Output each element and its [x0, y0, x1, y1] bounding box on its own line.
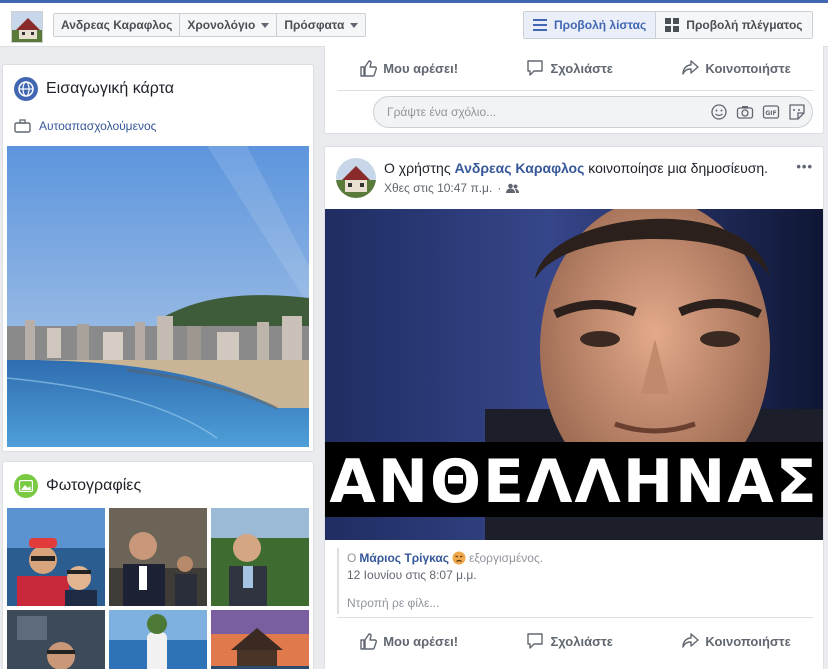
shared-text: Ντροπή ρε φίλε...: [347, 596, 440, 610]
shared-timestamp[interactable]: 12 Ιουνίου στις 8:07 μ.μ.: [347, 568, 477, 582]
thumbs-up-icon: [360, 60, 378, 77]
share-label: Κοινοποιήστε: [705, 60, 791, 76]
post-prefix: Ο χρήστης: [384, 160, 451, 176]
job-link[interactable]: Αυτοαπασχολούμενος: [39, 119, 156, 133]
share-label: Κοινοποιήστε: [705, 633, 791, 649]
comment-icon: [527, 633, 544, 649]
photo-thumbnail[interactable]: [211, 508, 309, 606]
post-actions: Μου αρέσει! Σχολιάστε Κοινοποιήστε: [325, 623, 825, 659]
comment-button[interactable]: Σχολιάστε: [526, 632, 613, 650]
camera-icon[interactable]: [736, 103, 754, 121]
post-image[interactable]: ΑΝΘΕΛΛΗΝΑΣ: [325, 209, 823, 540]
photo-icon: [14, 474, 38, 498]
beach-photo[interactable]: [7, 146, 309, 447]
thumbs-up-icon: [360, 633, 378, 650]
previous-post-footer: Μου αρέσει! Σχολιάστε Κοινοποιήστε Γράψτ…: [324, 46, 824, 134]
timeline-dropdown[interactable]: Χρονολόγιο: [180, 14, 278, 36]
intro-card: Εισαγωγική κάρτα Αυτοαπασχολούμενος: [2, 64, 314, 452]
like-label: Μου αρέσει!: [383, 633, 459, 649]
emoji-icon[interactable]: [710, 103, 728, 121]
post-author-link[interactable]: Ανδρεας Καραφλος: [454, 160, 584, 176]
comment-label: Σχολιάστε: [550, 633, 613, 649]
photo-thumbnail[interactable]: [109, 508, 207, 606]
share-icon: [682, 633, 700, 648]
friends-icon: [506, 183, 520, 193]
timeline-label: Χρονολόγιο: [187, 18, 256, 32]
post-meta: Χθες στις 10:47 π.μ. ·: [384, 181, 520, 195]
gif-icon[interactable]: GIF: [762, 103, 780, 121]
like-button[interactable]: Μου αρέσει!: [359, 59, 458, 77]
post-header-line: Ο χρήστης Ανδρεας Καραφλος κοινοποίησε μ…: [384, 160, 768, 176]
post-actions: Μου αρέσει! Σχολιάστε Κοινοποιήστε: [325, 50, 825, 86]
photo-thumbnail[interactable]: [7, 610, 105, 669]
photos-card: Φωτογραφίες: [2, 461, 314, 669]
photo-thumbnail[interactable]: [109, 610, 207, 669]
list-view-label: Προβολή λίστας: [554, 18, 647, 32]
like-button[interactable]: Μου αρέσει!: [359, 632, 458, 650]
breadcrumb: Ανδρεας Καραφλος Χρονολόγιο Πρόσφατα: [53, 13, 367, 37]
banner-text: ΑΝΘΕΛΛΗΝΑΣ: [329, 447, 818, 517]
intro-title: Εισαγωγική κάρτα: [46, 80, 175, 97]
quote-bar: [337, 548, 339, 614]
grid-icon: [665, 18, 680, 32]
like-label: Μου αρέσει!: [383, 60, 459, 76]
grid-view-label: Προβολή πλέγματος: [686, 18, 803, 32]
profile-avatar[interactable]: [11, 11, 43, 43]
share-button[interactable]: Κοινοποιήστε: [681, 632, 791, 650]
post-timestamp[interactable]: Χθες στις 10:47 π.μ.: [384, 181, 492, 195]
profile-navbar: Ανδρεας Καραφλος Χρονολόγιο Πρόσφατα Προ…: [0, 3, 828, 47]
profile-name-link[interactable]: Ανδρεας Καραφλος: [54, 14, 181, 36]
recent-dropdown[interactable]: Πρόσφατα: [277, 14, 365, 36]
sticker-icon[interactable]: [788, 103, 806, 121]
comment-icon: [527, 60, 544, 76]
meta-separator: ·: [497, 181, 502, 195]
grid-view-button[interactable]: Προβολή πλέγματος: [656, 12, 812, 38]
shared-prefix: Ο: [347, 551, 357, 565]
comment-input[interactable]: Γράψτε ένα σχόλιο... GIF: [373, 96, 813, 128]
comment-placeholder: Γράψτε ένα σχόλιο...: [387, 105, 497, 119]
chevron-down-icon: [261, 22, 270, 28]
view-toggle: Προβολή λίστας Προβολή πλέγματος: [523, 11, 813, 39]
profile-name-label: Ανδρεας Καραφλος: [61, 18, 173, 32]
briefcase-icon: [14, 119, 31, 133]
photos-title: Φωτογραφίες: [46, 477, 142, 494]
list-view-button[interactable]: Προβολή λίστας: [524, 12, 657, 38]
shared-author-line: Ο Μάριος Τρίγκας εξοργισμένος.: [347, 551, 543, 565]
share-button[interactable]: Κοινοποιήστε: [681, 59, 791, 77]
photo-thumbnail[interactable]: [211, 610, 309, 669]
comment-label: Σχολιάστε: [550, 60, 613, 76]
share-icon: [682, 60, 700, 75]
list-icon: [533, 19, 547, 31]
author-avatar[interactable]: [336, 158, 376, 198]
shared-feeling: εξοργισμένος.: [469, 551, 544, 565]
photo-thumbnail[interactable]: [7, 508, 105, 606]
recent-label: Πρόσφατα: [284, 18, 345, 32]
comment-button[interactable]: Σχολιάστε: [526, 59, 613, 77]
shared-author-link[interactable]: Μάριος Τρίγκας: [359, 551, 449, 565]
angry-emoji-icon: [452, 551, 466, 565]
post-suffix: κοινοποίησε μια δημοσίευση.: [588, 160, 769, 176]
more-options-icon[interactable]: •••: [796, 159, 813, 174]
post-card: Ο χρήστης Ανδρεας Καραφλος κοινοποίησε μ…: [324, 146, 824, 669]
svg-text:GIF: GIF: [765, 110, 776, 117]
globe-icon: [14, 77, 38, 101]
chevron-down-icon: [350, 22, 359, 28]
